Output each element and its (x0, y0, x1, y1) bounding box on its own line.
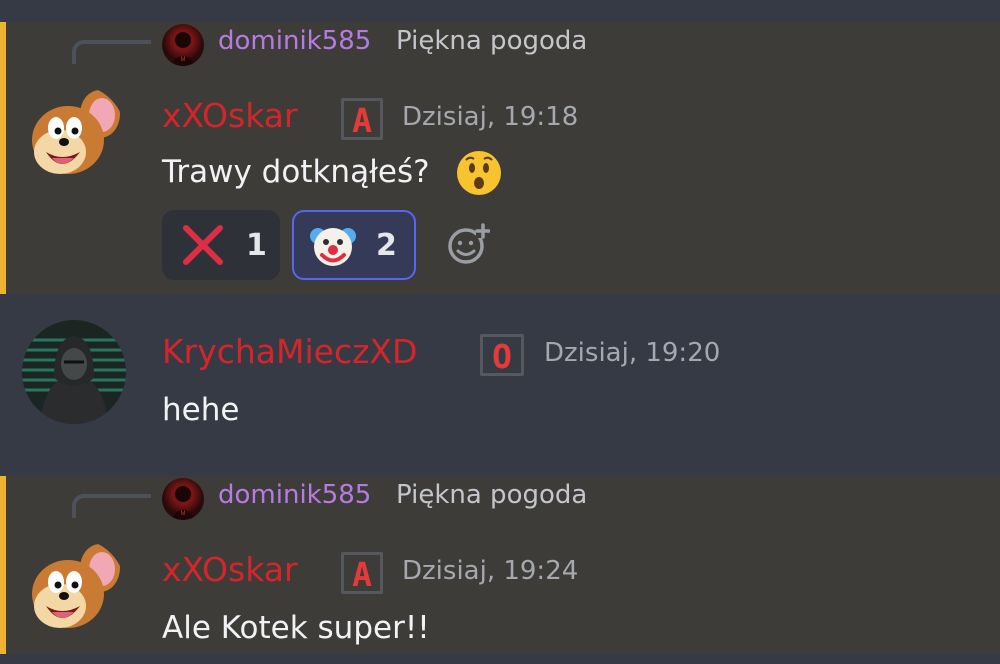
hushed-face-icon (457, 151, 501, 195)
reply-connector (72, 40, 151, 64)
role-badge: A (341, 552, 383, 594)
message-item[interactable]: KrychaMieczXD O Dzisiaj, 19:20 hehe (0, 294, 1000, 476)
hooded-hacker-avatar-icon (22, 320, 126, 424)
cross-mark-icon (183, 225, 223, 265)
reaction-clown-face[interactable]: 2 (292, 210, 416, 280)
add-reaction-icon[interactable] (446, 222, 490, 266)
message-content: Ale Kotek super!! (162, 610, 430, 646)
reply-author-name[interactable]: dominik585 (218, 480, 371, 510)
message-item[interactable]: M dominik585 Piękna pogoda xXOskar A Dzi… (0, 22, 1000, 294)
message-author-name[interactable]: xXOskar (162, 550, 298, 589)
role-badge: A (341, 98, 383, 140)
svg-text:M: M (181, 57, 186, 63)
reaction-cross-mark[interactable]: 1 (162, 210, 280, 280)
user-avatar[interactable] (22, 538, 126, 642)
reply-preview-text[interactable]: Piękna pogoda (396, 480, 587, 510)
message-timestamp[interactable]: Dzisiaj, 19:18 (402, 102, 578, 132)
user-avatar[interactable] (22, 320, 126, 424)
message-item[interactable]: M dominik585 Piękna pogoda xXOskar A Dzi… (0, 476, 1000, 654)
mouse-avatar-icon (22, 538, 126, 642)
reaction-count: 1 (246, 227, 267, 263)
role-badge: O (480, 334, 524, 376)
reaction-count: 2 (376, 227, 397, 263)
message-timestamp[interactable]: Dzisiaj, 19:20 (544, 338, 720, 368)
message-content: hehe (162, 392, 240, 428)
reply-connector (72, 494, 151, 518)
message-content: Trawy dotknąłeś? (162, 154, 430, 190)
reply-preview-text[interactable]: Piękna pogoda (396, 26, 587, 56)
user-avatar[interactable] (22, 84, 126, 188)
chat-message-list: M dominik585 Piękna pogoda xXOskar A Dzi… (0, 0, 1000, 664)
svg-text:M: M (181, 511, 186, 517)
message-author-name[interactable]: xXOskar (162, 96, 298, 135)
mouse-avatar-icon (22, 84, 126, 188)
message-author-name[interactable]: KrychaMieczXD (162, 332, 417, 371)
message-timestamp[interactable]: Dzisiaj, 19:24 (402, 556, 578, 586)
reply-avatar[interactable]: M (162, 478, 204, 520)
reply-author-name[interactable]: dominik585 (218, 26, 371, 56)
reply-avatar[interactable]: M (162, 24, 204, 66)
clown-face-icon (310, 228, 356, 266)
